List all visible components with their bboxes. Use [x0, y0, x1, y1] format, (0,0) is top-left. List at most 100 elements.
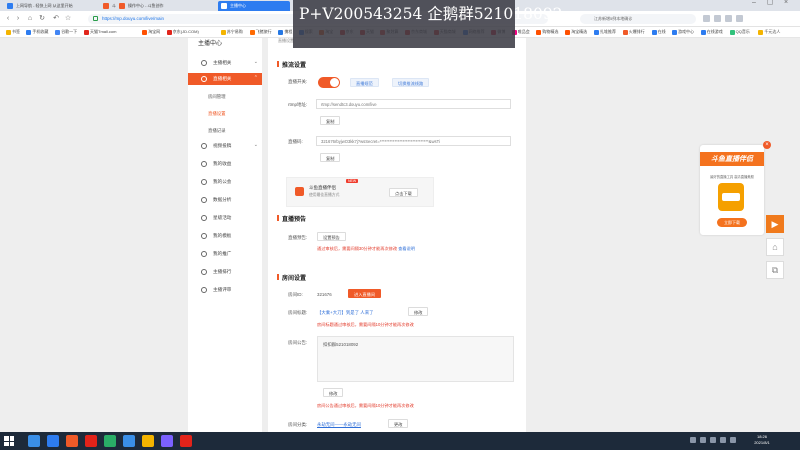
bookmark-item[interactable]: 购物精选 — [536, 29, 558, 35]
sidebar-item-label: 直播相关 — [213, 76, 232, 81]
sidebar-item[interactable]: 我的收益 — [188, 158, 262, 170]
browser-tab[interactable]: 斗鱼 - 每个人的直播平台 — [100, 1, 116, 11]
home-float-icon[interactable]: ⌂ — [766, 238, 784, 256]
switch-line-button[interactable]: 切换推流线路 — [392, 78, 430, 87]
edit-notice-button[interactable]: 修改 — [323, 388, 344, 397]
room-notice-textarea[interactable]: 扣扣群521018092 — [317, 336, 514, 382]
sidebar-item[interactable]: 星级活动 — [188, 212, 262, 224]
copy-code-button[interactable]: 复制 — [320, 153, 341, 162]
sidebar-item[interactable]: 我的模板 — [188, 230, 262, 242]
bookmark-favicon-icon — [142, 30, 148, 35]
star-icon[interactable]: ☆ — [64, 15, 72, 23]
sidebar: 主播中心 主播相关 ⌄ 直播相关 ⌃ 视频投稿 ⌄ 我的收益 我的公会 数据分析 星级活动 我的模板… — [188, 38, 262, 432]
undo-icon[interactable]: ↶ — [52, 15, 60, 23]
preview-notice: 通过审核后，需要间隔30分钟才能再次修改 查看说明 — [317, 246, 415, 252]
bookmark-item[interactable]: 淘宝精选 — [565, 29, 587, 35]
bookmark-item[interactable]: 携程 — [278, 29, 292, 35]
sidebar-subitem[interactable]: 直播记录 — [188, 125, 262, 136]
sidebar-subitem[interactable]: 房间管理 — [188, 91, 262, 102]
tray-volume-icon[interactable] — [700, 437, 706, 443]
preview-label: 直播预告: — [288, 235, 308, 240]
browser-tab[interactable]: 主播中心 — [218, 1, 290, 11]
browser-tab[interactable]: 上网导航 - 轻快上网 从这里开始 — [4, 1, 92, 11]
tab-label: 操作中心 - 斗鱼创作 — [128, 3, 164, 8]
room-category-value[interactable]: 永劫无间——永劫无间 — [317, 422, 361, 428]
maximize-icon[interactable]: ▢ — [766, 0, 774, 7]
close-window-icon[interactable]: × — [782, 0, 790, 7]
sidebar-subitem[interactable]: 直播设置 — [188, 108, 262, 119]
sidebar-item[interactable]: 我的公会 — [188, 176, 262, 188]
clock[interactable]: 18:26 2021/8/1 — [742, 434, 782, 446]
sidebar-item[interactable]: 视频投稿 ⌄ — [188, 140, 262, 152]
taskbar-app-icon[interactable] — [104, 435, 116, 447]
back-icon[interactable]: ‹ — [4, 15, 12, 23]
sidebar-item[interactable]: 我的推广 — [188, 248, 262, 260]
taskbar-app-icon[interactable] — [161, 435, 173, 447]
bookmark-item[interactable]: 游戏中心 — [672, 29, 694, 35]
preview-help-link[interactable]: 查看说明 — [398, 246, 415, 251]
bookmark-item[interactable]: 京东(JD.COM) — [166, 29, 199, 35]
change-category-button[interactable]: 更改 — [388, 419, 409, 428]
sidebar-item[interactable]: 主播排行 — [188, 266, 262, 278]
taskbar-app-icon[interactable] — [66, 435, 78, 447]
tray-battery-icon[interactable] — [720, 437, 726, 443]
set-preview-button[interactable]: 设置预告 — [317, 232, 346, 241]
bookmark-item[interactable]: 手机收藏 — [26, 29, 48, 35]
bookmark-item[interactable]: 千元达人 — [758, 29, 780, 35]
sidebar-item[interactable]: 数据分析 — [188, 194, 262, 206]
ad-download-button[interactable]: 立即下载 — [717, 218, 747, 227]
enter-room-button[interactable]: 进入直播间 — [348, 289, 381, 298]
taskbar-app-icon[interactable] — [85, 435, 97, 447]
forward-icon[interactable]: › — [14, 15, 22, 23]
taskbar-app-icon[interactable] — [28, 435, 40, 447]
search-input[interactable]: 江苏新增5例本地确诊 — [580, 14, 696, 24]
edit-title-button[interactable]: 修改 — [408, 307, 429, 316]
bookmark-item[interactable]: 在线游戏 — [700, 29, 723, 35]
taskbar-app-icon[interactable] — [47, 435, 59, 447]
bookmark-item[interactable]: 火爆排行 — [622, 29, 645, 35]
bookmark-item[interactable]: 在线 — [651, 29, 666, 35]
minimize-icon[interactable]: – — [750, 0, 758, 7]
windows-start-icon[interactable] — [4, 436, 14, 446]
sidebar-item[interactable]: 直播相关 ⌃ — [188, 73, 262, 85]
sidebar-item[interactable]: 主播评审 — [188, 284, 262, 296]
stream-code-field[interactable]: 321676rbyjwO3kk7j?wsSecret=*************… — [316, 136, 511, 146]
history-icon[interactable] — [725, 15, 732, 22]
tab-favicon-icon — [103, 3, 109, 9]
tray-notify-icon[interactable] — [730, 437, 736, 443]
bookmark-item[interactable]: QQ音乐 — [729, 29, 750, 35]
home-icon[interactable]: ⌂ — [26, 15, 34, 23]
taskbar-app-icon[interactable] — [142, 435, 154, 447]
play-icon[interactable]: ▶ — [766, 215, 784, 233]
ad-close-icon[interactable]: × — [763, 141, 771, 149]
bookmark-item[interactable]: 扎堆推荐 — [594, 29, 616, 35]
promote-icon — [201, 251, 207, 257]
download-icon[interactable] — [714, 15, 721, 22]
taskbar-app-icon[interactable] — [180, 435, 192, 447]
taskbar: 18:26 2021/8/1 — [0, 432, 800, 450]
tray-input-icon[interactable] — [710, 437, 716, 443]
tray-network-icon[interactable] — [690, 437, 696, 443]
copy-rtmp-button[interactable]: 复制 — [320, 116, 341, 125]
bookmark-item[interactable]: 书签 — [6, 29, 20, 35]
browser-tab[interactable]: 操作中心 - 斗鱼创作 — [116, 1, 214, 11]
taskbar-app-icon[interactable] — [123, 435, 135, 447]
bookmark-item[interactable]: 天猫Tmall.com — [84, 29, 116, 35]
live-rules-button[interactable]: 直播规范 — [350, 78, 379, 87]
bookmark-item[interactable]: 飞猪旅行 — [249, 29, 272, 35]
bookmark-label: 飞猪旅行 — [255, 29, 272, 34]
bookmark-item[interactable]: 苏宁易购 — [220, 29, 243, 35]
video-icon — [201, 143, 207, 149]
bookmark-item[interactable]: 谷歌一下 — [55, 29, 77, 35]
room-id-label: 房间ID: — [288, 292, 303, 297]
download-companion-button[interactable]: 点击下载 — [389, 188, 418, 197]
bookmark-item[interactable]: 淘宝网 — [142, 29, 160, 35]
extension-icon[interactable] — [703, 15, 710, 22]
rtmp-field[interactable]: rtmp://sendtc3.douyu.com/live — [316, 99, 511, 109]
companion-ad[interactable]: 斗鱼直播伴侣 最好的直播工具 高清直播美颜 立即下载 — [700, 145, 764, 235]
live-switch-toggle[interactable] — [318, 77, 340, 88]
menu-icon[interactable] — [736, 15, 743, 22]
sidebar-item[interactable]: 主播相关 ⌄ — [188, 57, 262, 69]
refresh-icon[interactable]: ↻ — [38, 15, 46, 23]
screen-float-icon[interactable]: ⧉ — [766, 261, 784, 279]
